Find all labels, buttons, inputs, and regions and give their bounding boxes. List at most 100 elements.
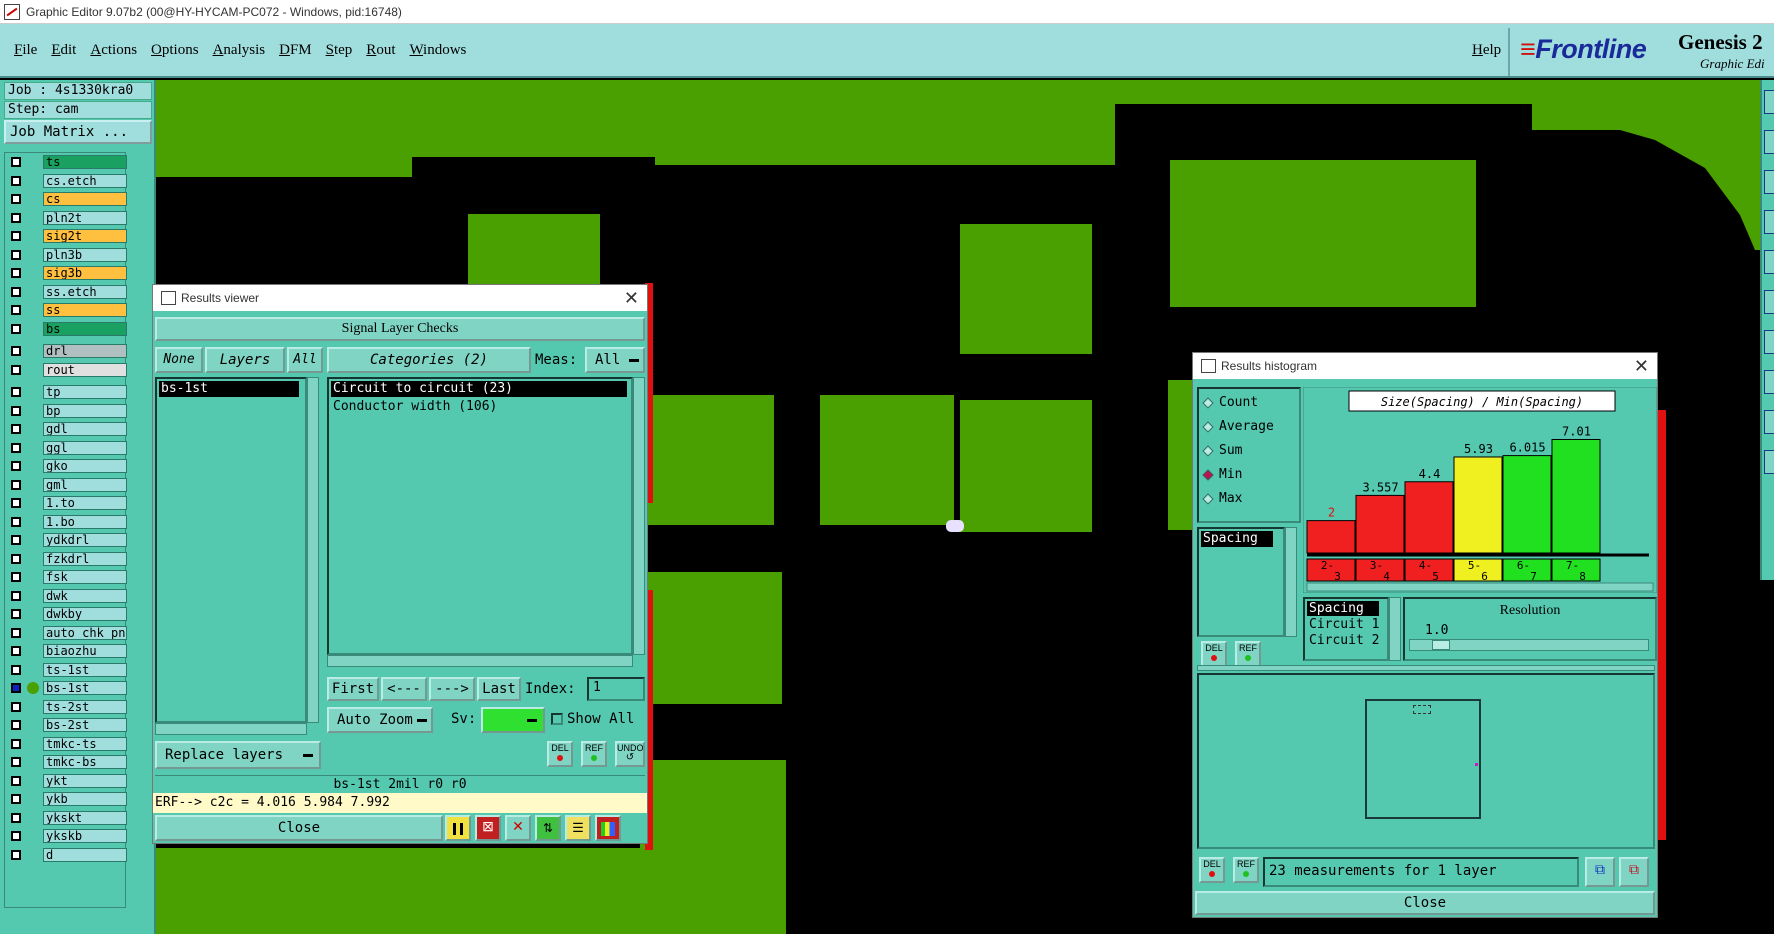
layer-checkbox[interactable] (11, 812, 21, 823)
measure-vscrollbar[interactable] (1285, 527, 1297, 637)
axis-item[interactable]: Spacing (1307, 601, 1379, 616)
categories-hscrollbar[interactable] (327, 655, 633, 667)
layer-row-cs[interactable]: cs (7, 192, 127, 206)
first-button[interactable]: First (327, 677, 379, 701)
layer-checkbox[interactable] (11, 346, 21, 356)
layers-listbox[interactable]: bs-1st (155, 377, 307, 723)
layer-row-tmkc-bs[interactable]: tmkc-bs (7, 755, 127, 769)
meas-dropdown[interactable]: All (585, 347, 645, 373)
layer-row-fsk[interactable]: fsk (7, 570, 127, 584)
layer-checkbox[interactable] (11, 738, 21, 749)
layer-checkbox[interactable] (11, 305, 21, 315)
ref-button[interactable]: REF (581, 741, 607, 767)
layer-row-dwkby[interactable]: dwkby (7, 607, 127, 621)
layer-checkbox[interactable] (11, 498, 21, 508)
histogram-bar[interactable] (1551, 438, 1601, 554)
layers-button[interactable]: Layers (205, 347, 285, 373)
layer-row-fzkdrl[interactable]: fzkdrl (7, 551, 127, 566)
close-button[interactable]: Close (155, 815, 443, 841)
layer-row-sig3b[interactable]: sig3b (7, 266, 127, 280)
layer-checkbox[interactable] (11, 849, 21, 860)
tool-icon[interactable] (1764, 130, 1774, 154)
close-icon[interactable]: ✕ (624, 285, 639, 311)
layer-checkbox[interactable] (11, 701, 21, 712)
zoom-select-icon[interactable]: ⧉ (1619, 857, 1649, 887)
layer-row-ts[interactable]: ts (7, 155, 127, 169)
menu-windows[interactable]: Windows (409, 42, 466, 59)
layer-checkbox[interactable] (11, 387, 21, 397)
layer-row-ykskb[interactable]: ykskb (7, 829, 127, 843)
last-button[interactable]: Last (477, 677, 521, 701)
tool-icon[interactable] (1764, 290, 1774, 314)
tool-icon[interactable] (1764, 330, 1774, 354)
layer-checkbox[interactable] (11, 268, 21, 278)
layer-checkbox[interactable] (11, 572, 21, 582)
menu-file[interactable]: File (14, 42, 37, 59)
histogram-chart[interactable]: Size(Spacing) / Min(Spacing) 2 3.557 4.4 5.… (1303, 387, 1657, 593)
layer-row-ts-1st[interactable]: ts-1st (7, 662, 127, 677)
layer-row-bs-2st[interactable]: bs-2st (7, 718, 127, 732)
layer-checkbox[interactable] (11, 646, 21, 656)
layers-vscrollbar[interactable] (307, 377, 319, 723)
layer-row-ggl[interactable]: ggl (7, 440, 127, 455)
job-matrix-button[interactable]: Job Matrix ... (4, 120, 152, 144)
severity-dropdown[interactable] (481, 707, 545, 733)
index-input[interactable]: 1 (587, 677, 645, 701)
layer-checkbox[interactable] (11, 775, 21, 786)
categories-listbox[interactable]: Circuit to circuit (23) Conductor width … (327, 377, 633, 655)
layer-checkbox[interactable] (11, 664, 21, 675)
stat-option-sum[interactable]: Sum (1201, 439, 1297, 463)
hist-del-button[interactable]: DEL (1201, 641, 1227, 667)
layer-row-bs[interactable]: bs (7, 321, 127, 336)
slider-thumb[interactable] (1432, 640, 1450, 650)
del-button[interactable]: DEL (547, 741, 573, 767)
resolution-slider[interactable] (1409, 639, 1649, 651)
tool-icon[interactable] (1764, 210, 1774, 234)
undo-button[interactable]: UNDO ↺ (615, 741, 645, 767)
report-icon[interactable]: ☰ (565, 815, 591, 841)
tool-icon[interactable] (1764, 410, 1774, 434)
all-button[interactable]: All (287, 347, 323, 373)
histogram-bar[interactable] (1453, 456, 1503, 554)
layer-row-1.to[interactable]: 1.to (7, 496, 127, 510)
layer-checkbox[interactable] (11, 831, 21, 841)
menu-rout[interactable]: Rout (366, 42, 395, 59)
layer-checkbox[interactable] (11, 442, 21, 453)
stat-option-average[interactable]: Average (1201, 415, 1297, 439)
layer-row-tmkc-ts[interactable]: tmkc-ts (7, 736, 127, 751)
menu-edit[interactable]: Edit (51, 42, 76, 59)
layer-row-gml[interactable]: gml (7, 477, 127, 492)
layer-row-ykb[interactable]: ykb (7, 792, 127, 806)
histogram-bar[interactable] (1306, 520, 1356, 554)
layer-row-d[interactable]: d (7, 847, 127, 862)
preview-pane[interactable] (1197, 673, 1655, 849)
delete-result-icon[interactable]: ⊠ (475, 815, 501, 841)
measure-item[interactable]: Spacing (1201, 531, 1273, 547)
layer-checkbox[interactable] (11, 479, 21, 490)
layer-row-auto_chk_pn.[interactable]: auto_chk_pn. (7, 625, 127, 640)
layer-row-ykskt[interactable]: ykskt (7, 810, 127, 825)
layer-row-ykt[interactable]: ykt (7, 773, 127, 788)
preview-ref-button[interactable]: REF (1233, 857, 1259, 883)
layers-hscrollbar[interactable] (155, 723, 307, 735)
layer-row-pln3b[interactable]: pln3b (7, 247, 127, 262)
stat-option-min[interactable]: Min (1201, 463, 1297, 487)
layer-row-dwk[interactable]: dwk (7, 588, 127, 603)
layer-checkbox[interactable] (11, 175, 21, 186)
histogram-bar[interactable] (1502, 455, 1552, 554)
axis-listbox[interactable]: Spacing Circuit 1 Circuit 2 (1303, 597, 1389, 661)
axis-item[interactable]: Circuit 1 (1307, 617, 1383, 632)
layer-row-ss[interactable]: ss (7, 303, 127, 317)
close-icon[interactable]: ✕ (1634, 353, 1649, 379)
auto-zoom-dropdown[interactable]: Auto Zoom (327, 707, 433, 733)
histogram-hscrollbar[interactable] (1197, 665, 1655, 671)
layer-row-bs-1st[interactable]: bs-1st (7, 681, 127, 695)
layer-row-ts-2st[interactable]: ts-2st (7, 699, 127, 714)
zoom-fit-icon[interactable]: ⧉ (1585, 857, 1615, 887)
replace-layers-dropdown[interactable]: Replace layers (155, 741, 321, 769)
layer-checkbox[interactable] (11, 516, 21, 527)
layer-checkbox[interactable] (11, 590, 21, 601)
histogram-icon[interactable] (595, 815, 621, 841)
layer-checkbox[interactable] (11, 683, 21, 693)
tool-icon[interactable] (1764, 250, 1774, 274)
